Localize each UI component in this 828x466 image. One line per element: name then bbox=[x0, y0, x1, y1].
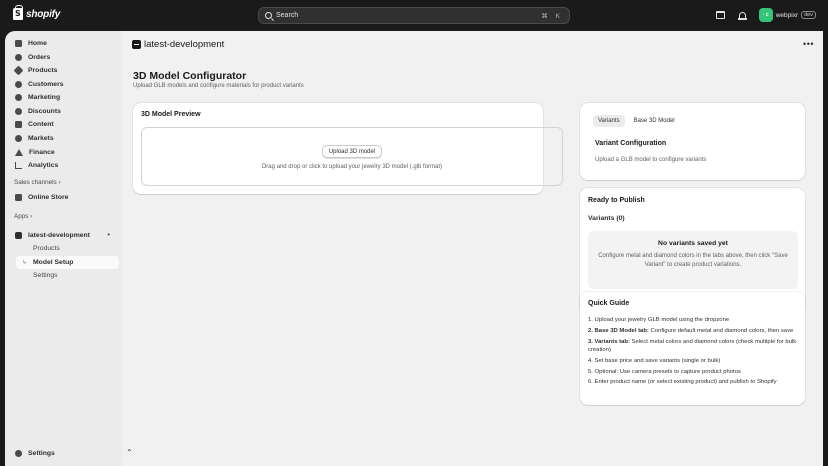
sidebar: Home Orders Products Customers Marketing… bbox=[5, 31, 122, 466]
guide-step: 4. Set base price and save variants (sin… bbox=[588, 357, 721, 364]
app-title: latest-development bbox=[144, 39, 225, 50]
guide-title: Quick Guide bbox=[588, 300, 630, 307]
home-icon bbox=[15, 40, 22, 47]
app-more-icon[interactable]: • bbox=[108, 232, 110, 239]
app-icon bbox=[132, 40, 141, 49]
preview-title: 3D Model Preview bbox=[141, 111, 201, 118]
target-icon bbox=[15, 94, 22, 101]
guide-step: 6. Enter product name (or select existin… bbox=[588, 379, 777, 386]
guide-step: 2. Base 3D Model tab: Configure default … bbox=[588, 327, 794, 334]
variants-count: Variants (0) bbox=[588, 215, 625, 222]
sidebar-item-settings[interactable]: Settings bbox=[11, 447, 115, 460]
guide-step: 5. Optional: Use camera presets to captu… bbox=[588, 368, 741, 375]
model-preview-card: 3D Model Preview Upload 3D model Drag an… bbox=[133, 103, 563, 194]
variant-config-subtitle: Upload a GLB model to configure variants bbox=[595, 157, 707, 163]
main-content: latest-development ••• 3D Model Configur… bbox=[122, 31, 823, 466]
sidebar-item-products[interactable]: Products bbox=[11, 64, 115, 77]
sidebar-item-analytics[interactable]: Analytics bbox=[11, 159, 115, 172]
dropzone-hint: Drag and drop or click to upload your je… bbox=[261, 164, 443, 170]
search-placeholder: Search bbox=[276, 12, 299, 19]
variant-config-title: Variant Configuration bbox=[595, 140, 667, 147]
globe-icon bbox=[15, 135, 22, 142]
sidebar-item-app[interactable]: latest-development • bbox=[11, 229, 115, 242]
search-shortcut: ⌘ K bbox=[541, 12, 563, 20]
sidebar-item-content[interactable]: Content bbox=[11, 118, 115, 131]
store-front-icon bbox=[15, 194, 22, 201]
store-icon[interactable] bbox=[715, 9, 727, 21]
account-menu[interactable]: · c webpixr dev bbox=[758, 8, 816, 22]
dev-badge: dev bbox=[801, 11, 816, 19]
sidebar-item-discounts[interactable]: Discounts bbox=[11, 105, 115, 118]
discount-icon bbox=[15, 108, 22, 115]
bell-icon[interactable] bbox=[737, 9, 749, 21]
guide-step: 1. Upload your jewelry GLB model using t… bbox=[588, 317, 730, 323]
sidebar-item-online-store[interactable]: Online Store bbox=[11, 191, 115, 204]
page-title: 3D Model Configurator bbox=[133, 70, 247, 82]
app-icon bbox=[15, 232, 22, 239]
empty-description: Configure metal and diamond colors in th… bbox=[598, 253, 788, 268]
bank-icon bbox=[15, 149, 23, 156]
empty-variants-box: No variants saved yet Configure metal an… bbox=[588, 231, 798, 289]
tag-icon bbox=[13, 65, 24, 76]
sidebar-item-finance[interactable]: Finance bbox=[11, 146, 115, 159]
sidebar-item-home[interactable]: Home bbox=[11, 37, 115, 50]
tab-variants[interactable]: Variants bbox=[593, 115, 625, 127]
gear-icon bbox=[15, 450, 22, 457]
tab-base-3d-model[interactable]: Base 3D Model bbox=[629, 115, 680, 127]
page-subtitle: Upload GLB models and configure material… bbox=[133, 83, 304, 89]
orders-icon bbox=[15, 54, 22, 61]
sidebar-item-marketing[interactable]: Marketing bbox=[11, 91, 115, 104]
logo-text: shopify bbox=[26, 8, 61, 20]
upload-3d-model-button[interactable]: Upload 3D model bbox=[322, 145, 382, 158]
chart-icon bbox=[15, 162, 22, 169]
search-bar[interactable]: Search ⌘ K bbox=[258, 7, 570, 24]
guide-step: 3. Variants tab: Select metal colors and… bbox=[588, 338, 797, 353]
upload-dropzone[interactable]: Upload 3D model Drag and drop or click t… bbox=[141, 127, 563, 186]
top-bar: shopify Search ⌘ K · c webpixr dev bbox=[0, 0, 828, 31]
publish-title: Ready to Publish bbox=[588, 197, 645, 204]
quick-guide-card: Quick Guide 1. Upload your jewelry GLB m… bbox=[580, 292, 805, 405]
search-icon bbox=[265, 12, 272, 19]
scroll-up-chevron-icon[interactable]: ⌃ bbox=[126, 448, 133, 457]
sidebar-sub-model-setup[interactable]: Model Setup bbox=[16, 256, 119, 269]
empty-title: No variants saved yet bbox=[658, 240, 728, 247]
apps-label[interactable]: Apps › bbox=[14, 213, 32, 220]
sidebar-sub-products[interactable]: Products bbox=[27, 242, 116, 255]
more-options-button[interactable]: ••• bbox=[803, 39, 814, 49]
sidebar-item-markets[interactable]: Markets bbox=[11, 132, 115, 145]
variants-card: Variants Base 3D Model Variant Configura… bbox=[580, 103, 805, 180]
guide-list: 1. Upload your jewelry GLB model using t… bbox=[588, 316, 798, 389]
account-name: webpixr bbox=[775, 11, 799, 19]
config-tabs: Variants Base 3D Model bbox=[593, 115, 680, 127]
sidebar-sub-settings[interactable]: Settings bbox=[27, 269, 116, 282]
content-icon bbox=[15, 121, 22, 128]
person-icon bbox=[15, 81, 22, 88]
sidebar-item-orders[interactable]: Orders bbox=[11, 51, 115, 64]
sales-channels-label[interactable]: Sales channels › bbox=[14, 179, 61, 186]
avatar: · c bbox=[758, 8, 773, 22]
app-header: latest-development bbox=[132, 39, 224, 50]
shopify-bag-icon bbox=[13, 5, 23, 20]
shopify-logo[interactable]: shopify bbox=[13, 5, 61, 20]
sidebar-item-customers[interactable]: Customers bbox=[11, 78, 115, 91]
